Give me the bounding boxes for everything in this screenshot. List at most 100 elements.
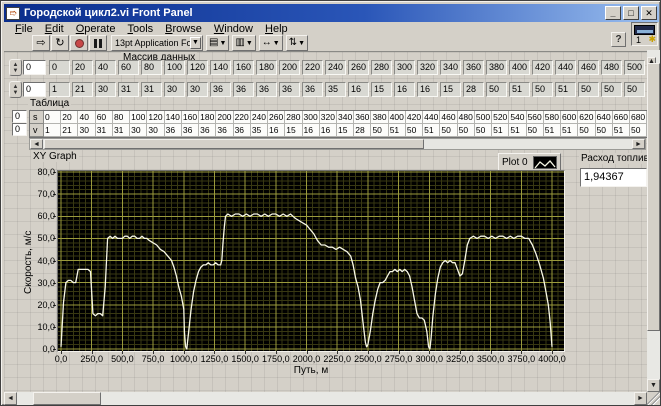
font-selector[interactable]: 13pt Application Font ▼ bbox=[111, 35, 203, 51]
table-cell-s[interactable]: 480 bbox=[457, 111, 475, 124]
table-cell-v[interactable]: 50 bbox=[629, 124, 647, 137]
table-cell-v[interactable]: 15 bbox=[285, 124, 303, 137]
table-cell-s[interactable]: 620 bbox=[578, 111, 596, 124]
scroll-left-icon[interactable]: ◄ bbox=[4, 392, 17, 405]
array1-element[interactable]: 260 bbox=[348, 60, 369, 75]
table-cell-s[interactable]: 580 bbox=[543, 111, 562, 124]
array1-element[interactable]: 120 bbox=[187, 60, 208, 75]
table-cell-s[interactable]: 280 bbox=[285, 111, 303, 124]
minimize-button[interactable]: _ bbox=[605, 6, 621, 20]
scroll-right-icon[interactable]: ► bbox=[632, 139, 645, 149]
array1-element[interactable]: 440 bbox=[555, 60, 576, 75]
array1-index-value[interactable]: 0 bbox=[23, 60, 46, 75]
align-objects-button[interactable]: ▤ ▼ bbox=[206, 35, 230, 51]
array2-element[interactable]: 16 bbox=[348, 82, 369, 97]
table-cell-v[interactable]: 51 bbox=[543, 124, 562, 137]
array2-element[interactable]: 28 bbox=[463, 82, 484, 97]
table-cell-v[interactable]: 35 bbox=[250, 124, 269, 137]
table-cell-s[interactable]: 260 bbox=[268, 111, 286, 124]
table-cell-s[interactable]: 460 bbox=[440, 111, 458, 124]
table-cell-v[interactable]: 36 bbox=[199, 124, 217, 137]
table-cell-s[interactable]: 220 bbox=[233, 111, 251, 124]
distribute-objects-button[interactable]: ▥ ▼ bbox=[232, 35, 256, 51]
scroll-down-icon[interactable]: ▼ bbox=[647, 379, 660, 392]
table-cell-s[interactable]: 240 bbox=[250, 111, 269, 124]
menu-item-tools[interactable]: Tools bbox=[121, 23, 159, 35]
table-cell-v[interactable]: 16 bbox=[319, 124, 337, 137]
array1-index-spinner[interactable]: ▲ ▼ bbox=[9, 59, 22, 76]
table-cell-v[interactable]: 21 bbox=[61, 124, 79, 137]
array2-element[interactable]: 31 bbox=[141, 82, 162, 97]
vertical-scrollbar-thumb[interactable] bbox=[647, 63, 660, 331]
table-cell-v[interactable]: 51 bbox=[492, 124, 510, 137]
array1-element[interactable]: 0 bbox=[49, 60, 70, 75]
horizontal-scrollbar[interactable]: ◄ ► bbox=[4, 392, 647, 405]
table-cell-v[interactable]: 51 bbox=[509, 124, 527, 137]
scroll-right-icon[interactable]: ► bbox=[634, 392, 647, 405]
reorder-button[interactable]: ⇅ ▼ bbox=[285, 35, 309, 51]
table-cell-s[interactable]: 320 bbox=[319, 111, 337, 124]
table-cell-s[interactable]: 660 bbox=[612, 111, 630, 124]
array2-element[interactable]: 16 bbox=[394, 82, 415, 97]
table-cell-s[interactable]: 500 bbox=[474, 111, 493, 124]
array1-element[interactable]: 400 bbox=[509, 60, 530, 75]
table-cell-v[interactable]: 30 bbox=[78, 124, 96, 137]
vi-icon[interactable]: 1 ✱ bbox=[631, 22, 658, 46]
array1-element[interactable]: 20 bbox=[72, 60, 93, 75]
table-col-index[interactable]: 0 bbox=[12, 123, 27, 136]
array2-element[interactable]: 16 bbox=[417, 82, 438, 97]
array2-element[interactable]: 51 bbox=[555, 82, 576, 97]
abort-button[interactable] bbox=[70, 35, 88, 51]
array1-element[interactable]: 160 bbox=[233, 60, 254, 75]
array1-element[interactable]: 100 bbox=[164, 60, 185, 75]
resize-objects-button[interactable]: ↔ ▼ bbox=[258, 35, 283, 51]
table-cell-v[interactable]: 51 bbox=[561, 124, 579, 137]
table-cell-v[interactable]: 51 bbox=[388, 124, 406, 137]
array2-element[interactable]: 21 bbox=[72, 82, 93, 97]
table-cell-s[interactable]: 300 bbox=[302, 111, 320, 124]
table-cell-v[interactable]: 36 bbox=[216, 124, 234, 137]
maximize-button[interactable]: □ bbox=[623, 6, 639, 20]
array2-element[interactable]: 51 bbox=[509, 82, 530, 97]
table-cell-s[interactable]: 140 bbox=[164, 111, 182, 124]
array1-element[interactable]: 380 bbox=[486, 60, 507, 75]
table-cell-v[interactable]: 28 bbox=[354, 124, 372, 137]
array2-element[interactable]: 50 bbox=[578, 82, 599, 97]
pause-button[interactable] bbox=[89, 35, 107, 51]
table-cell-v[interactable]: 31 bbox=[95, 124, 113, 137]
array2-element[interactable]: 15 bbox=[440, 82, 461, 97]
close-button[interactable]: ✕ bbox=[641, 6, 657, 20]
table-cell-v[interactable]: 36 bbox=[164, 124, 182, 137]
table-cell-s[interactable]: 600 bbox=[561, 111, 579, 124]
table-cell-s[interactable]: 540 bbox=[509, 111, 527, 124]
menu-item-browse[interactable]: Browse bbox=[159, 23, 208, 35]
table-cell-s[interactable]: 120 bbox=[147, 111, 165, 124]
table-cell-s[interactable]: 680 bbox=[629, 111, 647, 124]
title-bar[interactable]: ➱ Городской цикл2.vi Front Panel _ □ ✕ bbox=[4, 4, 659, 22]
array1-element[interactable]: 60 bbox=[118, 60, 139, 75]
chevron-down-icon[interactable]: ▼ bbox=[190, 37, 201, 49]
table-cell-v[interactable]: 36 bbox=[181, 124, 200, 137]
array2-element[interactable]: 1 bbox=[49, 82, 70, 97]
vertical-scrollbar[interactable]: ▲ ▼ bbox=[647, 50, 660, 392]
table-cell-s[interactable]: 160 bbox=[181, 111, 200, 124]
help-button[interactable]: ? bbox=[611, 32, 626, 47]
menu-item-window[interactable]: Window bbox=[208, 23, 259, 35]
table-scrollbar-thumb[interactable] bbox=[44, 139, 424, 149]
array2-element[interactable]: 35 bbox=[325, 82, 346, 97]
menu-item-operate[interactable]: Operate bbox=[70, 23, 122, 35]
table-cell-s[interactable]: 360 bbox=[354, 111, 372, 124]
table-cell-v[interactable]: 16 bbox=[302, 124, 320, 137]
table-cell-v[interactable]: 50 bbox=[405, 124, 424, 137]
array2-element[interactable]: 30 bbox=[95, 82, 116, 97]
array1-element[interactable]: 240 bbox=[325, 60, 346, 75]
array1-element[interactable]: 300 bbox=[394, 60, 415, 75]
table-cell-v[interactable]: 30 bbox=[130, 124, 148, 137]
array1-element[interactable]: 180 bbox=[256, 60, 277, 75]
array2-element[interactable]: 50 bbox=[486, 82, 507, 97]
table-cell-v[interactable]: 31 bbox=[112, 124, 131, 137]
array1-element[interactable]: 280 bbox=[371, 60, 392, 75]
table-cell-v[interactable]: 50 bbox=[595, 124, 613, 137]
array2-element[interactable]: 50 bbox=[601, 82, 622, 97]
table-cell-v[interactable]: 15 bbox=[336, 124, 355, 137]
